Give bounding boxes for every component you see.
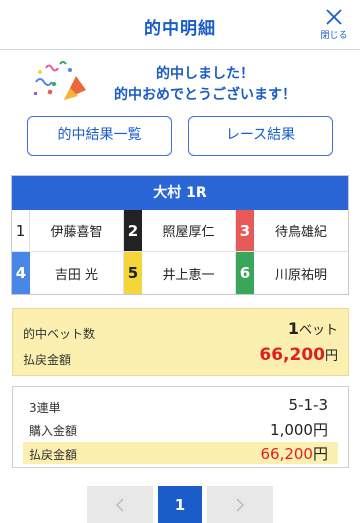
racer-name: 吉田 光 xyxy=(54,267,99,283)
racer-name: 井上恵一 xyxy=(162,267,215,283)
lane-number: 5 xyxy=(124,252,142,294)
payout-row: 払戻金額 66,200円 xyxy=(23,345,338,369)
lane-number: 3 xyxy=(236,210,254,251)
bet-detail: 3連単 5-1-3 購入金額 1,000円 払戻金額 66,200円 xyxy=(12,386,349,468)
racer-2: 2 照屋厚仁 xyxy=(124,210,236,252)
close-button[interactable]: 閉じる xyxy=(316,6,352,44)
modal-header: 的中明細 閉じる xyxy=(0,0,360,50)
congrats-line-1: 的中しました！ xyxy=(156,66,254,82)
lane-number: 4 xyxy=(12,252,30,294)
congrats-message: 的中しました！ 的中おめでとうございます！ xyxy=(0,58,360,108)
chevron-left-icon xyxy=(115,497,124,512)
chevron-right-icon xyxy=(236,497,245,512)
racer-5: 5 井上恵一 xyxy=(124,252,236,294)
lane-number: 2 xyxy=(124,210,142,251)
payout-value: 66,200円 xyxy=(259,345,338,365)
page-current[interactable]: 1 xyxy=(158,486,202,523)
hit-bets-label: 的中ベット数 xyxy=(23,327,96,341)
page-next-button[interactable] xyxy=(207,486,273,523)
lane-number: 6 xyxy=(236,252,254,294)
purchase-value: 1,000円 xyxy=(270,421,328,439)
hit-summary: 的中ベット数 1ベット 払戻金額 66,200円 xyxy=(12,308,349,376)
racer-4: 4 吉田 光 xyxy=(12,252,124,294)
payout-label: 払戻金額 xyxy=(23,353,72,367)
racer-name: 照屋厚仁 xyxy=(162,225,215,240)
racer-name: 待鳥雄紀 xyxy=(274,225,327,240)
bet-type: 3連単 xyxy=(29,401,61,415)
racer-grid: 1 伊藤喜智 2 照屋厚仁 3 待鳥雄紀 4 吉田 光 5 井上恵一 6 川原祐… xyxy=(12,210,348,294)
racer-6: 6 川原祐明 xyxy=(236,252,348,294)
detail-payout-row: 払戻金額 66,200円 xyxy=(23,442,338,464)
pagination: 1 xyxy=(0,486,360,523)
bet-type-row: 3連単 5-1-3 xyxy=(23,395,338,417)
racer-name: 川原祐明 xyxy=(274,267,327,283)
bet-combination: 5-1-3 xyxy=(288,396,328,414)
page-prev-button[interactable] xyxy=(87,486,153,523)
hit-bets-value: 1ベット xyxy=(287,319,338,338)
race-title: 大村 1R xyxy=(12,176,348,210)
congrats-line-2: 的中おめでとうございます！ xyxy=(114,87,296,103)
lane-number: 1 xyxy=(12,210,30,251)
purchase-row: 購入金額 1,000円 xyxy=(23,418,338,440)
race-results-button[interactable]: レース結果 xyxy=(188,116,333,156)
racer-1: 1 伊藤喜智 xyxy=(12,210,124,252)
close-label: 閉じる xyxy=(320,31,348,41)
page-title: 的中明細 xyxy=(144,19,216,39)
purchase-label: 購入金額 xyxy=(29,424,78,438)
detail-payout-value: 66,200円 xyxy=(260,445,328,463)
close-icon xyxy=(326,9,342,25)
racer-name: 伊藤喜智 xyxy=(50,225,103,240)
detail-payout-label: 払戻金額 xyxy=(29,448,78,462)
hit-results-list-button[interactable]: 的中結果一覧 xyxy=(27,116,172,156)
hit-bets-row: 的中ベット数 1ベット xyxy=(23,319,338,341)
race-card: 大村 1R 1 伊藤喜智 2 照屋厚仁 3 待鳥雄紀 4 吉田 光 5 井上恵一… xyxy=(11,175,349,295)
racer-3: 3 待鳥雄紀 xyxy=(236,210,348,252)
